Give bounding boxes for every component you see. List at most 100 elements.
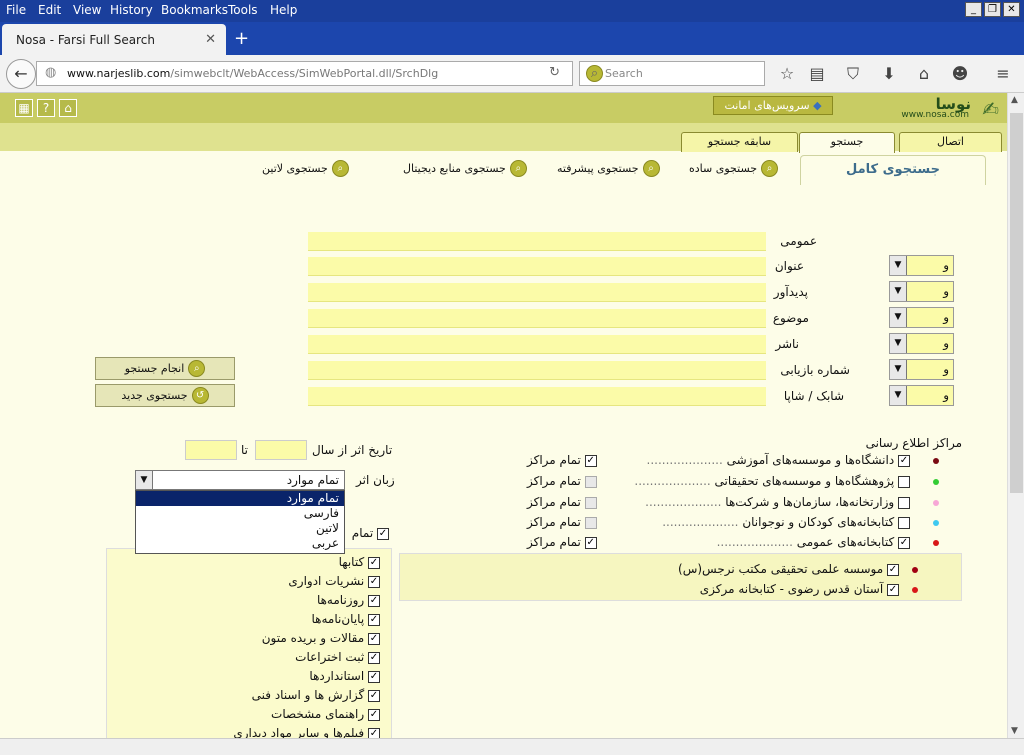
do-search-button[interactable]: انجام جستجو ⌕ [95,357,235,380]
center-all-checkbox[interactable]: ✓ [584,454,597,467]
center-sub-checkbox[interactable]: ✓ [887,583,899,596]
center-all-checkbox[interactable] [584,516,597,529]
loan-services-button[interactable]: سرویس‌های امانت ◆ [713,96,833,115]
chevron-down-icon[interactable]: ▼ [136,471,153,489]
type-checkbox[interactable]: ✓ [368,708,380,721]
keyboard-icon[interactable]: ▦ [15,99,33,117]
type-label: استانداردها [309,669,365,683]
tab-search-history[interactable]: سابقه جستجو [681,132,798,152]
author-input[interactable] [308,283,766,302]
operator-select[interactable]: ▼ و [889,359,954,380]
type-checkbox[interactable]: ✓ [368,670,380,683]
close-tab-icon[interactable]: ✕ [205,32,216,47]
language-option[interactable]: لاتین [136,521,344,536]
center-sub-checkbox[interactable]: ✓ [887,563,899,576]
reading-list-icon[interactable]: ▤ [807,64,827,83]
new-search-button[interactable]: جستجوی جدید ↺ [95,384,235,407]
call-number-input[interactable] [308,361,766,380]
title-input[interactable] [308,257,766,276]
chevron-down-icon[interactable]: ▼ [890,386,907,405]
restore-icon[interactable]: ❐ [984,2,1001,17]
tab-search[interactable]: جستجو [799,132,895,153]
minimize-icon[interactable]: _ [965,2,982,17]
menu-help[interactable]: Help [270,3,297,17]
center-checkbox[interactable]: ✓ [898,454,910,467]
subtab-advanced[interactable]: جستجوی پیشرفته ⌕ [557,160,660,177]
operator-select[interactable]: ▼ و [889,307,954,328]
chevron-down-icon[interactable]: ▼ [890,256,907,275]
new-tab-icon[interactable]: + [234,28,249,49]
language-option[interactable]: عربی [136,536,344,551]
type-checkbox[interactable]: ✓ [368,632,380,645]
center-checkbox[interactable] [898,475,910,488]
scroll-up-icon[interactable]: ▲ [1011,95,1018,105]
language-select[interactable]: ▼ تمام موارد [135,470,345,490]
type-checkbox[interactable]: ✓ [368,594,380,607]
scroll-down-icon[interactable]: ▼ [1011,726,1018,736]
center-all-checkbox[interactable] [584,475,597,488]
bookmark-star-icon[interactable]: ☆ [777,64,797,83]
close-window-icon[interactable]: ✕ [1003,2,1020,17]
tab-connection[interactable]: اتصال [899,132,1002,152]
type-checkbox[interactable]: ✓ [368,613,380,626]
pocket-icon[interactable]: ⛉ [843,64,863,84]
browser-tab[interactable]: Nosa - Farsi Full Search ✕ [2,24,226,55]
general-input[interactable] [308,232,766,251]
type-checkbox[interactable]: ✓ [368,575,380,588]
year-to-label: تا [241,443,248,457]
new-search-label: جستجوی جدید [121,389,188,402]
center-all-checkbox[interactable] [584,496,597,509]
center-checkbox[interactable] [898,496,910,509]
menu-edit[interactable]: Edit [38,3,61,17]
type-checkbox[interactable]: ✓ [368,651,380,664]
center-checkbox[interactable]: ✓ [898,536,910,549]
horizontal-scrollbar[interactable] [0,738,1024,755]
language-option[interactable]: تمام موارد [136,491,344,506]
home-icon[interactable]: ⌂ [914,64,934,83]
menu-view[interactable]: View [73,3,101,17]
chevron-down-icon[interactable]: ▼ [890,360,907,379]
globe-icon: ◍ [45,65,57,80]
language-option[interactable]: فارسی [136,506,344,521]
menu-tools[interactable]: Tools [228,3,258,17]
reload-icon[interactable]: ↻ [549,65,560,80]
url-bar[interactable]: ◍ www.narjeslib.com/simwebclt/WebAccess/… [36,61,573,86]
hamburger-menu-icon[interactable]: ≡ [993,64,1013,83]
year-to-input[interactable] [185,440,237,460]
subject-input[interactable] [308,309,766,328]
home-site-icon[interactable]: ⌂ [59,99,77,117]
center-checkbox[interactable] [898,516,910,529]
chevron-down-icon[interactable]: ▼ [890,334,907,353]
publisher-input[interactable] [308,335,766,354]
type-row: ✓ ثبت اختراعات [295,650,380,664]
operator-select[interactable]: ▼ و [889,333,954,354]
chevron-down-icon[interactable]: ▼ [890,282,907,301]
subtab-simple[interactable]: جستجوی ساده ⌕ [689,160,779,177]
site-logo: نوسا www.nosa.com ✍ [874,95,999,121]
operator-select[interactable]: ▼ و [889,255,954,276]
help-icon[interactable]: ? [37,99,55,117]
type-checkbox[interactable]: ✓ [368,556,380,569]
language-dropdown-list[interactable]: تمام موارد فارسی لاتین عربی [135,490,345,554]
vertical-scrollbar[interactable]: ▲ ▼ [1007,93,1024,738]
menu-history[interactable]: History [110,3,153,17]
scroll-thumb[interactable] [1010,113,1023,493]
menu-bookmarks[interactable]: Bookmarks [161,3,228,17]
operator-select[interactable]: ▼ و [889,385,954,406]
search-input[interactable]: ⌕ Search [579,61,765,86]
chat-icon[interactable]: ☻ [950,64,970,83]
operator-select[interactable]: ▼ و [889,281,954,302]
url-path: /simwebclt/WebAccess/SimWebPortal.dll/Sr… [170,67,439,80]
isbn-input[interactable] [308,387,766,406]
download-icon[interactable]: ⬇ [879,64,899,83]
subtab-digital[interactable]: جستجوی منابع دیجیتال ⌕ [403,160,527,177]
subtab-latin[interactable]: جستجوی لاتین ⌕ [262,160,349,177]
year-from-input[interactable] [255,440,307,460]
type-all-checkbox[interactable]: ✓ [377,527,389,540]
type-checkbox[interactable]: ✓ [368,689,380,702]
back-icon[interactable]: ← [6,59,36,89]
chevron-down-icon[interactable]: ▼ [890,308,907,327]
type-row: ✓ کتابها [339,555,380,569]
menu-file[interactable]: File [6,3,26,17]
center-all-checkbox[interactable]: ✓ [584,536,597,549]
